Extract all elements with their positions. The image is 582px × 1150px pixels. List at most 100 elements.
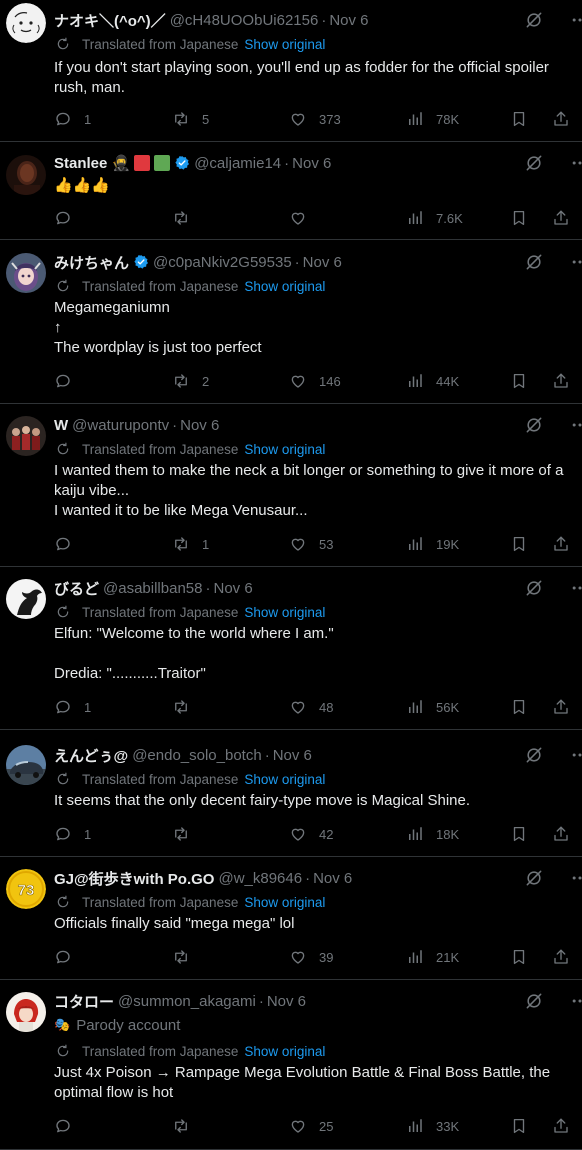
reply-button[interactable] [54, 1116, 84, 1136]
dark-portrait-avatar[interactable] [6, 155, 46, 195]
user-handle[interactable]: @asabillban58 [103, 580, 202, 597]
show-original-link[interactable]: Show original [244, 442, 325, 457]
share-icon [552, 209, 570, 227]
timestamp[interactable]: Nov 6 [303, 254, 342, 271]
reply-button[interactable]: 1 [54, 824, 91, 844]
car-photo-avatar[interactable] [6, 745, 46, 785]
share-button[interactable] [552, 697, 570, 717]
views-button[interactable]: 7.6K [406, 208, 463, 228]
reply-button[interactable] [54, 947, 84, 967]
display-name[interactable]: びるど [54, 578, 99, 598]
like-button[interactable]: 39 [289, 947, 333, 967]
timestamp[interactable]: Nov 6 [273, 747, 312, 764]
user-handle[interactable]: @w_k89646 [218, 870, 302, 887]
show-original-link[interactable]: Show original [244, 1044, 325, 1059]
user-handle[interactable]: @c0paNkiv2G59535 [153, 254, 292, 271]
tweet-actions: 25 33K [54, 1116, 570, 1136]
repost-button[interactable]: 5 [172, 109, 209, 129]
like-button[interactable]: 25 [289, 1116, 333, 1136]
sketch-face-avatar[interactable] [6, 3, 46, 43]
bookmark-button[interactable] [510, 697, 528, 717]
repost-button[interactable] [172, 208, 202, 228]
bookmark-button[interactable] [510, 534, 528, 554]
like-button[interactable]: 42 [289, 824, 333, 844]
share-button[interactable] [552, 371, 570, 391]
bookmark-button[interactable] [510, 208, 528, 228]
views-button[interactable]: 33K [406, 1116, 459, 1136]
timestamp[interactable]: Nov 6 [292, 155, 331, 172]
like-button[interactable]: 146 [289, 371, 341, 391]
group-photo-avatar[interactable] [6, 416, 46, 456]
views-button[interactable]: 21K [406, 947, 459, 967]
bookmark-button[interactable] [510, 1116, 528, 1136]
views-button[interactable]: 18K [406, 824, 459, 844]
timestamp[interactable]: Nov 6 [267, 993, 306, 1010]
repost-button[interactable] [172, 1116, 202, 1136]
like-button[interactable] [289, 208, 319, 228]
like-button[interactable]: 53 [289, 534, 333, 554]
user-handle[interactable]: @endo_solo_botch [132, 747, 262, 764]
display-name[interactable]: ナオキ＼(^o^)／ [54, 10, 166, 30]
display-name[interactable]: GJ@街歩きwith Po.GO [54, 868, 214, 888]
display-name[interactable]: W [54, 417, 68, 434]
user-handle[interactable]: @cH48UOObUi62156 [170, 12, 319, 29]
timestamp[interactable]: Nov 6 [213, 580, 252, 597]
show-original-link[interactable]: Show original [244, 279, 325, 294]
views-button[interactable]: 78K [406, 109, 459, 129]
tweet-card[interactable]: 73 GJ@街歩きwith Po.GO @w_k89646 · Nov 6 Transla… [0, 857, 582, 980]
tweet-card[interactable]: びるど @asabillban58 · Nov 6 Translated from Ja… [0, 567, 582, 730]
tweet-text-content: Megameganiumn ↑ The wordplay is just too… [54, 299, 262, 356]
views-button[interactable]: 19K [406, 534, 459, 554]
share-button[interactable] [552, 1116, 570, 1136]
repost-button[interactable] [172, 947, 202, 967]
repost-button[interactable]: 2 [172, 371, 209, 391]
display-name[interactable]: えんどぅ@ [54, 745, 128, 765]
views-button[interactable]: 56K [406, 697, 459, 717]
repost-button[interactable] [172, 824, 202, 844]
horse-silhouette-avatar[interactable] [6, 579, 46, 619]
repost-button[interactable]: 1 [172, 534, 209, 554]
reply-button[interactable]: 1 [54, 697, 91, 717]
reply-button[interactable] [54, 208, 84, 228]
show-original-link[interactable]: Show original [244, 772, 325, 787]
tweet-top-actions [524, 868, 582, 888]
user-handle[interactable]: @caljamie14 [194, 155, 281, 172]
timestamp[interactable]: Nov 6 [329, 12, 368, 29]
show-original-link[interactable]: Show original [244, 605, 325, 620]
share-button[interactable] [552, 109, 570, 129]
views-button[interactable]: 44K [406, 371, 459, 391]
display-name[interactable]: コタロー [54, 991, 114, 1011]
reply-button[interactable] [54, 534, 84, 554]
timestamp[interactable]: Nov 6 [180, 417, 219, 434]
display-name[interactable]: Stanlee 🥷 [54, 154, 130, 172]
user-handle[interactable]: @waturupontv [72, 417, 169, 434]
tweet-card[interactable]: みけちゃん @c0paNkiv2G59535 · Nov 6 Translated fr… [0, 240, 582, 404]
display-name[interactable]: みけちゃん [54, 252, 129, 272]
show-original-link[interactable]: Show original [244, 37, 325, 52]
reply-icon [54, 698, 78, 716]
share-button[interactable] [552, 824, 570, 844]
anime-girl-avatar[interactable] [6, 253, 46, 293]
timestamp[interactable]: Nov 6 [313, 870, 352, 887]
share-button[interactable] [552, 534, 570, 554]
user-handle[interactable]: @summon_akagami [118, 993, 256, 1010]
repost-button[interactable] [172, 697, 202, 717]
tweet-card[interactable]: Stanlee 🥷 @caljamie14 · Nov 6 👍👍👍 7.6K [0, 142, 582, 240]
tweet-card[interactable]: コタロー @summon_akagami · Nov 6 🎭 Parody account… [0, 980, 582, 1150]
tweet-card[interactable]: えんどぅ@ @endo_solo_botch · Nov 6 Translated fr… [0, 730, 582, 857]
yellow-number-avatar[interactable]: 73 [6, 869, 46, 909]
like-button[interactable]: 48 [289, 697, 333, 717]
share-button[interactable] [552, 947, 570, 967]
reply-button[interactable]: 1 [54, 109, 91, 129]
like-button[interactable]: 373 [289, 109, 341, 129]
tweet-card[interactable]: ナオキ＼(^o^)／ @cH48UOObUi62156 · Nov 6 Translat… [0, 0, 582, 142]
bookmark-button[interactable] [510, 824, 528, 844]
bookmark-button[interactable] [510, 947, 528, 967]
reply-button[interactable] [54, 371, 84, 391]
bookmark-button[interactable] [510, 109, 528, 129]
bookmark-button[interactable] [510, 371, 528, 391]
share-button[interactable] [552, 208, 570, 228]
tweet-card[interactable]: W @waturupontv · Nov 6 Translated from Japan… [0, 404, 582, 567]
show-original-link[interactable]: Show original [244, 895, 325, 910]
red-hair-character-avatar[interactable] [6, 992, 46, 1032]
